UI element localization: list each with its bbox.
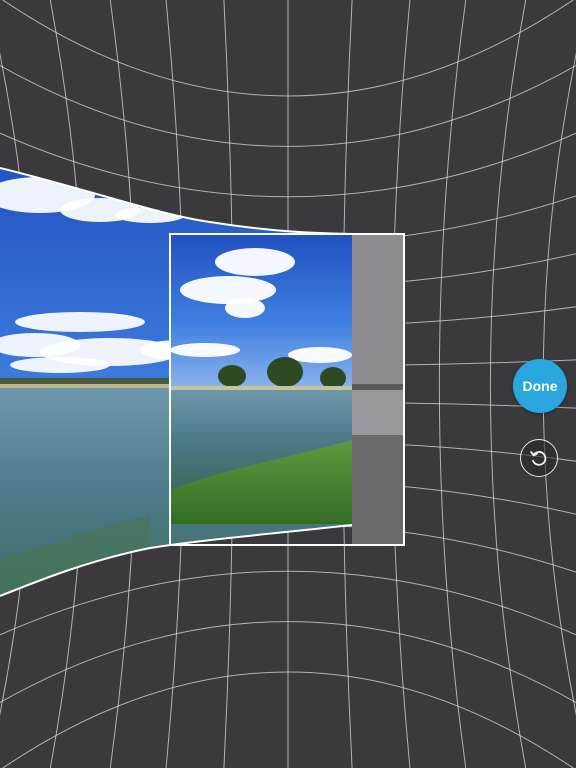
upcoming-region [352, 234, 404, 545]
done-button[interactable]: Done [513, 359, 567, 413]
grid-line [438, 0, 467, 768]
rotate-ccw-icon [530, 451, 547, 466]
live-camera-frame [170, 234, 352, 524]
panorama-capture-view[interactable] [0, 0, 576, 768]
reset-button[interactable] [520, 439, 558, 477]
